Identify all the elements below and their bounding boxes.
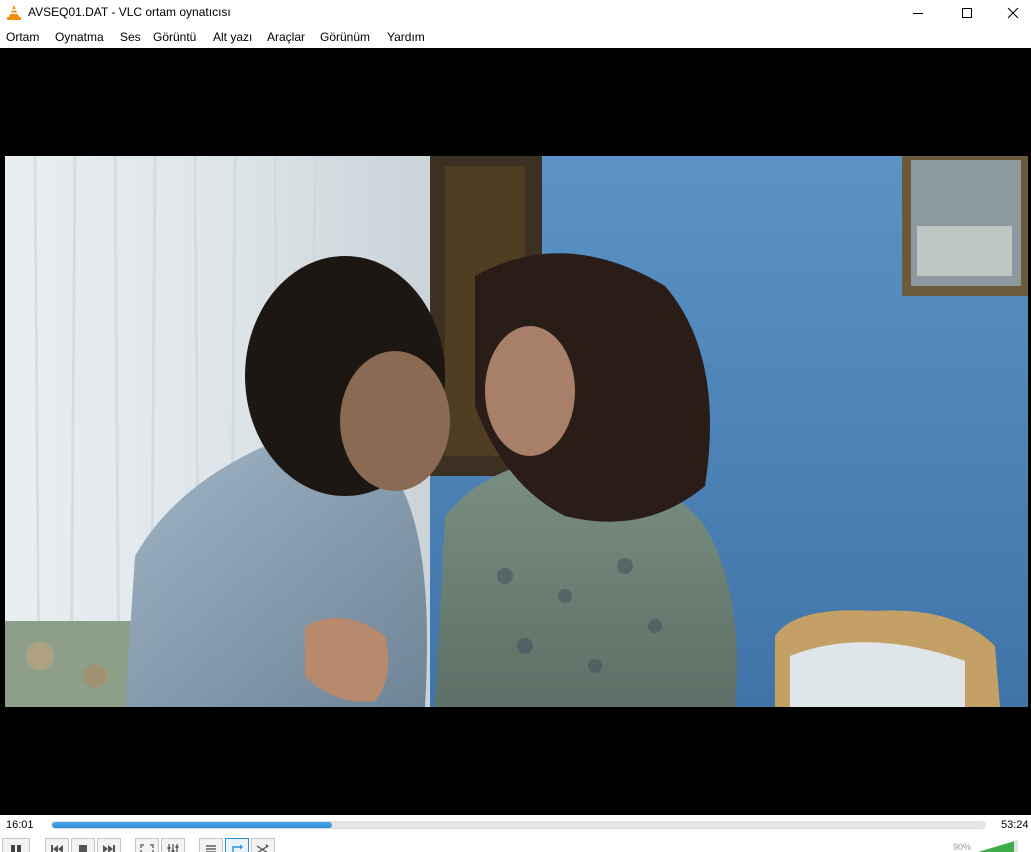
video-output[interactable] [0,48,1031,815]
control-bar: 90% [0,835,1031,852]
window-title: AVSEQ01.DAT - VLC ortam oynatıcısı [28,5,231,19]
pause-button[interactable] [2,838,30,852]
extended-settings-button[interactable] [161,838,185,852]
menu-araclar[interactable]: Araçlar [267,30,305,44]
close-button[interactable] [990,0,1031,26]
menu-ortam[interactable]: Ortam [6,30,39,44]
playlist-icon [206,845,216,852]
volume-slider[interactable] [978,840,1018,852]
title-bar: AVSEQ01.DAT - VLC ortam oynatıcısı [0,0,1031,26]
stop-button[interactable] [71,838,95,852]
menu-ses[interactable]: Ses [120,30,141,44]
seek-progress [52,822,332,828]
menu-gorunum[interactable]: Görünüm [320,30,370,44]
shuffle-icon [256,844,269,852]
fullscreen-button[interactable] [135,838,159,852]
menu-goruntu[interactable]: Görüntü [153,30,196,44]
fullscreen-icon [140,844,154,852]
close-icon [1007,7,1019,19]
total-time[interactable]: 53:24 [1001,819,1029,831]
pause-icon [11,845,21,852]
previous-icon [51,845,63,852]
menu-bar: Ortam Oynatma Ses Görüntü Alt yazı Araçl… [0,26,1031,48]
shuffle-button[interactable] [251,838,275,852]
minimize-button[interactable] [895,0,941,26]
menu-oynatma[interactable]: Oynatma [55,30,104,44]
loop-button[interactable] [225,838,249,852]
previous-button[interactable] [45,838,69,852]
maximize-button[interactable] [944,0,990,26]
seek-slider[interactable] [51,821,986,829]
vlc-cone-icon[interactable] [6,4,22,21]
volume-label: 90% [953,842,972,852]
extended-settings-icon [167,844,179,852]
playlist-button[interactable] [199,838,223,852]
stop-icon [79,845,87,852]
minimize-icon [913,13,923,14]
menu-yardim[interactable]: Yardım [387,30,425,44]
maximize-icon [962,8,972,18]
next-icon [103,845,115,852]
seek-row: 16:01 53:24 [0,815,1031,835]
menu-alt-yazi[interactable]: Alt yazı [213,30,252,44]
video-frame [5,156,1028,707]
loop-icon [232,844,243,852]
next-button[interactable] [97,838,121,852]
elapsed-time[interactable]: 16:01 [6,819,34,831]
